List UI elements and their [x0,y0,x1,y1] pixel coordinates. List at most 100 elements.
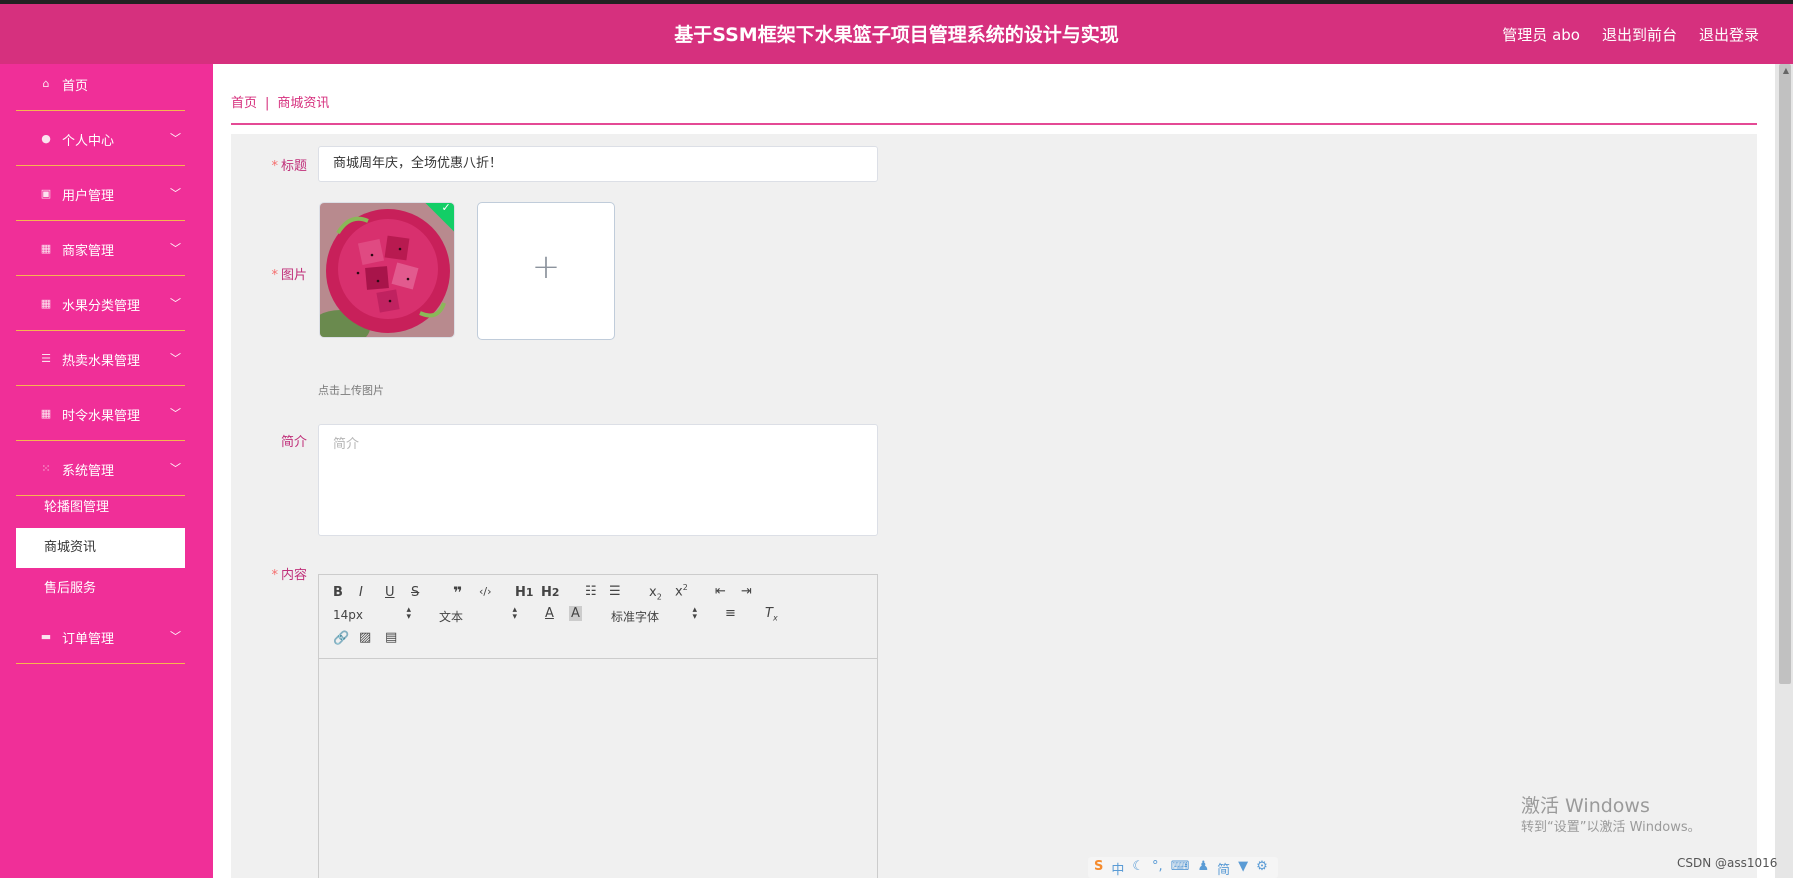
content-label: * 内容 [271,568,307,583]
chevron-down-icon: ﹀ [170,187,181,200]
video-icon[interactable]: ▤ [385,630,397,645]
editor-toolbar: B I U S ❞ ‹/› H1 H2 ☷ ☰ x2 x2 ⇤ ⇥ 14px ▴ ▾… [319,575,877,659]
bold-icon[interactable]: B [333,585,343,600]
image-icon[interactable]: ▨ [359,630,371,645]
strikethrough-icon[interactable]: S [411,585,419,600]
user-icon[interactable]: ♟ [1197,859,1209,876]
font-size-select[interactable]: 14px ▴ ▾ [333,605,411,623]
sidebar-item-hot-fruit[interactable]: ☰ 热卖水果管理 ﹀ [16,331,185,386]
sidebar-item-profile[interactable]: ● 个人中心 ﹀ [16,111,185,166]
windows-activation-hint: 转到“设置”以激活 Windows。 [1521,820,1701,835]
current-user: 管理员 abo [1502,26,1580,44]
breadcrumb-separator: | [265,96,270,111]
sidebar-item-label: 首页 [62,79,89,94]
sidebar-item-label: 水果分类管理 [62,299,141,314]
upload-image-button[interactable]: + [477,202,615,340]
main-area: 首页 | 商城资讯 * 标题 商城周年庆，全场优惠八折！ * 图片 ✓ + 点击… [213,64,1775,878]
chevron-down-icon: ﹀ [170,352,181,365]
scrollbar-thumb[interactable] [1779,64,1791,684]
plus-icon: + [531,247,561,287]
sidebar-item-label: 时令水果管理 [62,409,141,424]
link-icon[interactable]: 🔗 [333,631,349,646]
intro-label: 简介 [280,435,307,450]
sidebar-subitem-news[interactable]: 商城资讯 [16,528,185,568]
monitor-icon: ▬ [40,629,52,643]
breadcrumb-home[interactable]: 首页 [231,96,257,111]
block-type-select[interactable]: 文本 ▴ ▾ [439,605,517,625]
sidebar-item-home[interactable]: ⌂ 首页 [16,56,185,111]
header-actions: 管理员 abo 退出到前台 退出登录 [1502,24,1759,45]
grid-icon: ▦ [40,406,52,420]
exit-to-front-link[interactable]: 退出到前台 [1602,24,1677,45]
breadcrumb-current: 商城资讯 [277,96,330,111]
rich-text-editor: B I U S ❞ ‹/› H1 H2 ☷ ☰ x2 x2 ⇤ ⇥ 14px ▴ ▾… [318,574,878,878]
logout-link[interactable]: 退出登录 [1699,24,1759,45]
intro-textarea[interactable]: 简介 [318,424,878,536]
top-header: 基于SSM框架下水果篮子项目管理系统的设计与实现 管理员 abo 退出到前台 退… [0,0,1793,64]
ime-logo-icon: S [1094,859,1104,874]
font-color-icon[interactable]: A [545,606,554,621]
font-family-select[interactable]: 标准字体 ▴ ▾ [611,605,697,625]
sidebar-item-fruit-category[interactable]: ▦ 水果分类管理 ﹀ [16,276,185,331]
sidebar-item-merchants[interactable]: ▦ 商家管理 ﹀ [16,221,185,276]
clear-format-icon[interactable]: Tx [765,606,778,623]
indent-icon[interactable]: ⇥ [741,584,752,599]
sidebar-item-label: 商家管理 [62,244,115,259]
superscript-icon[interactable]: x2 [675,583,688,599]
heading2-icon[interactable]: H2 [541,585,559,600]
check-icon: ✓ [441,202,451,214]
breadcrumb-divider [231,123,1757,125]
chevron-down-icon: ﹀ [170,242,181,255]
keyboard-icon[interactable]: ⌨ [1171,859,1190,876]
moon-icon[interactable]: ☾ [1132,859,1144,876]
quote-icon[interactable]: ❞ [453,583,462,602]
title-label: * 标题 [271,159,307,174]
sidebar-item-label: 订单管理 [62,632,115,647]
sidebar-item-orders[interactable]: ▬ 订单管理 ﹀ [16,609,185,664]
underline-icon[interactable]: U [385,585,395,600]
subscript-icon[interactable]: x2 [649,585,662,602]
select-arrows-icon: ▴ ▾ [406,605,411,622]
select-arrows-icon: ▴ ▾ [512,605,517,622]
scroll-up-icon[interactable]: ▲ [1783,66,1789,75]
ime-toolbar[interactable]: S 中 ☾ °, ⌨ ♟ 简 ▼ ⚙ [1088,857,1278,878]
code-icon[interactable]: ‹/› [479,585,492,598]
punctuation-icon[interactable]: °, [1152,859,1163,876]
chevron-down-icon: ﹀ [170,297,181,310]
upload-tip: 点击上传图片 [318,384,384,397]
select-arrows-icon: ▴ ▾ [692,605,697,622]
ime-simplified[interactable]: 简 [1217,859,1230,878]
image-label: * 图片 [271,268,307,283]
sidebar-item-label: 用户管理 [62,189,115,204]
skin-icon[interactable]: ▼ [1238,859,1248,876]
sidebar-item-seasonal-fruit[interactable]: ▦ 时令水果管理 ﹀ [16,386,185,441]
home-icon: ⌂ [42,76,50,90]
outdent-icon[interactable]: ⇤ [715,584,726,599]
apps-icon: ⁙ [41,461,51,475]
credit-text: CSDN @ass1016 [1677,856,1778,870]
list-icon: ☰ [41,351,51,365]
bullet-list-icon[interactable]: ☰ [609,584,621,599]
clipboard-icon: ▣ [40,186,52,200]
title-input[interactable]: 商城周年庆，全场优惠八折！ [318,146,878,182]
sidebar-subitem-after-sales[interactable]: 售后服务 [16,569,185,609]
uploaded-image-thumbnail[interactable]: ✓ [319,202,455,338]
editor-content-area[interactable] [319,659,877,878]
sidebar-subitem-carousel[interactable]: 轮播图管理 [16,488,185,528]
sidebar-item-label: 系统管理 [62,464,115,479]
background-color-icon[interactable]: A [569,606,582,621]
gear-icon[interactable]: ⚙ [1256,859,1268,876]
chevron-down-icon: ﹀ [170,630,181,643]
chevron-down-icon: ﹀ [170,132,181,145]
ordered-list-icon[interactable]: ☷ [585,584,597,599]
sidebar-item-users[interactable]: ▣ 用户管理 ﹀ [16,166,185,221]
windows-activation-title: 激活 Windows [1521,795,1650,817]
heading1-icon[interactable]: H1 [515,585,533,600]
ime-language[interactable]: 中 [1111,859,1124,878]
italic-icon[interactable]: I [359,585,363,600]
form-panel: * 标题 商城周年庆，全场优惠八折！ * 图片 ✓ + 点击上传图片 简介 简介… [231,134,1757,878]
breadcrumb: 首页 | 商城资讯 [231,92,329,111]
chevron-down-icon: ﹀ [170,407,181,420]
grid-icon: ▦ [40,296,52,310]
align-icon[interactable]: ≡ [725,606,736,621]
